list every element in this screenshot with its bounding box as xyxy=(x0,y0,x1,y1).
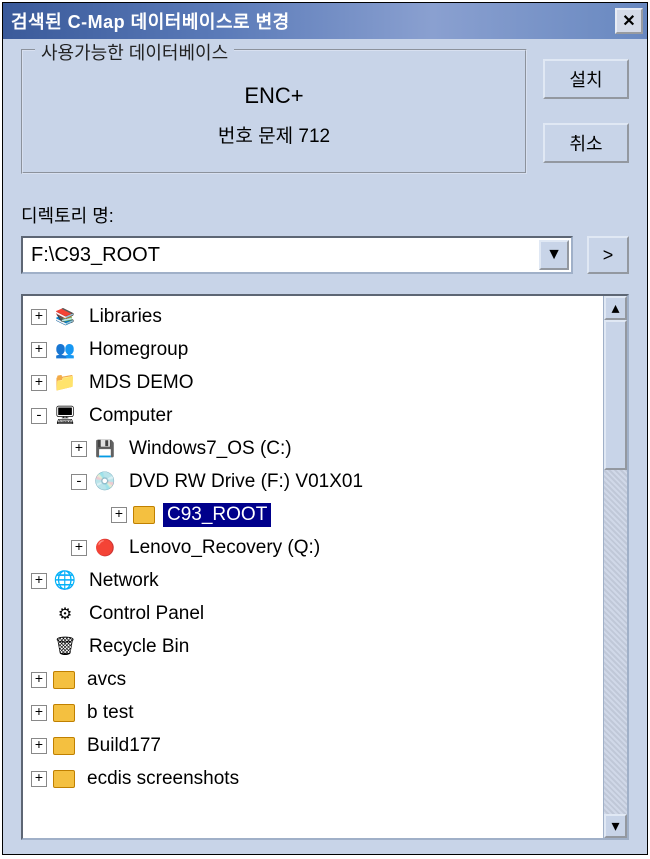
tree-node-label[interactable]: Windows7_OS (C:) xyxy=(125,437,296,461)
tree-node-label[interactable]: Recycle Bin xyxy=(85,635,193,659)
tree-node-label[interactable]: C93_ROOT xyxy=(163,503,271,527)
db-name: ENC+ xyxy=(31,83,517,109)
tree-row[interactable]: + avcs xyxy=(23,663,603,696)
close-icon: ✕ xyxy=(622,11,635,31)
expander-blank xyxy=(31,639,47,655)
lib-icon xyxy=(53,306,77,328)
tree-node-label[interactable]: Homegroup xyxy=(85,338,192,362)
available-db-groupbox: 사용가능한 데이터베이스 ENC+ 번호 문제 712 xyxy=(21,49,527,174)
expander-plus-icon[interactable]: + xyxy=(71,441,87,457)
folder-icon xyxy=(53,671,75,689)
tree-row[interactable]: Recycle Bin xyxy=(23,630,603,663)
action-buttons: 설치 취소 xyxy=(543,49,629,174)
cancel-button[interactable]: 취소 xyxy=(543,123,629,163)
tree-node-label[interactable]: DVD RW Drive (F:) V01X01 xyxy=(125,470,367,494)
scroll-thumb[interactable] xyxy=(604,320,627,470)
tree-row[interactable]: + ecdis screenshots xyxy=(23,762,603,795)
tree-node-label[interactable]: Control Panel xyxy=(85,602,208,626)
expander-plus-icon[interactable]: + xyxy=(111,507,127,523)
monitor-icon xyxy=(53,405,77,427)
combo-dropdown-button[interactable]: ▼ xyxy=(539,240,569,270)
expander-plus-icon[interactable]: + xyxy=(31,771,47,787)
directory-label: 디렉토리 명: xyxy=(21,202,629,228)
dialog-window: 검색된 C-Map 데이터베이스로 변경 ✕ 사용가능한 데이터베이스 ENC+… xyxy=(2,2,648,855)
tree-node-label[interactable]: Network xyxy=(85,569,163,593)
expander-blank xyxy=(31,606,47,622)
tree-node-label[interactable]: Libraries xyxy=(85,305,166,329)
db-issue: 번호 문제 712 xyxy=(31,121,517,148)
scroll-track[interactable] xyxy=(604,470,627,814)
tree-row[interactable]: - DVD RW Drive (F:) V01X01 xyxy=(23,465,603,498)
tree-node-label[interactable]: MDS DEMO xyxy=(85,371,198,395)
folder-icon xyxy=(133,506,155,524)
tree-node-label[interactable]: Build177 xyxy=(83,734,165,758)
tree-row[interactable]: + Build177 xyxy=(23,729,603,762)
scroll-up-button[interactable]: ▴ xyxy=(604,296,627,320)
tree-node-label[interactable]: avcs xyxy=(83,668,130,692)
chevron-up-icon: ▴ xyxy=(611,298,619,318)
expander-plus-icon[interactable]: + xyxy=(31,309,47,325)
tree-row[interactable]: + Windows7_OS (C:) xyxy=(23,432,603,465)
folder-icon xyxy=(53,770,75,788)
tree-node-label[interactable]: ecdis screenshots xyxy=(83,767,243,791)
dvd-icon xyxy=(93,471,117,493)
expander-plus-icon[interactable]: + xyxy=(31,738,47,754)
expander-plus-icon[interactable]: + xyxy=(31,375,47,391)
top-row: 사용가능한 데이터베이스 ENC+ 번호 문제 712 설치 취소 xyxy=(21,49,629,174)
drive-icon xyxy=(93,438,117,460)
recycle-icon xyxy=(53,636,77,658)
directory-tree-container: + Libraries + Homegroup + MDS DEMO - Computer + W… xyxy=(21,294,629,840)
groupbox-legend: 사용가능한 데이터베이스 xyxy=(35,39,234,65)
panel-icon xyxy=(53,603,77,625)
close-button[interactable]: ✕ xyxy=(615,8,643,34)
globe-icon xyxy=(53,570,77,592)
tree-row[interactable]: + Libraries xyxy=(23,300,603,333)
tree-row[interactable]: - Computer xyxy=(23,399,603,432)
folder-icon xyxy=(53,737,75,755)
mds-icon xyxy=(53,372,77,394)
people-icon xyxy=(53,339,77,361)
expander-plus-icon[interactable]: + xyxy=(31,342,47,358)
tree-node-label[interactable]: Computer xyxy=(85,404,176,428)
expander-plus-icon[interactable]: + xyxy=(31,705,47,721)
path-combobox[interactable]: ▼ xyxy=(21,236,573,274)
tree-row[interactable]: + Lenovo_Recovery (Q:) xyxy=(23,531,603,564)
window-title: 검색된 C-Map 데이터베이스로 변경 xyxy=(11,8,290,34)
tree-row[interactable]: + MDS DEMO xyxy=(23,366,603,399)
dialog-content: 사용가능한 데이터베이스 ENC+ 번호 문제 712 설치 취소 디렉토리 명… xyxy=(3,39,647,854)
expander-minus-icon[interactable]: - xyxy=(71,474,87,490)
chevron-down-icon: ▼ xyxy=(546,246,562,264)
expander-plus-icon[interactable]: + xyxy=(71,540,87,556)
tree-node-label[interactable]: Lenovo_Recovery (Q:) xyxy=(125,536,324,560)
directory-tree[interactable]: + Libraries + Homegroup + MDS DEMO - Computer + W… xyxy=(23,296,603,838)
path-input[interactable] xyxy=(23,244,539,267)
tree-node-label[interactable]: b test xyxy=(83,701,137,725)
scroll-down-button[interactable]: ▾ xyxy=(604,814,627,838)
expander-plus-icon[interactable]: + xyxy=(31,573,47,589)
vertical-scrollbar[interactable]: ▴ ▾ xyxy=(603,296,627,838)
chevron-down-icon: ▾ xyxy=(611,816,619,836)
recovery-icon xyxy=(93,537,117,559)
expander-plus-icon[interactable]: + xyxy=(31,672,47,688)
tree-row[interactable]: + b test xyxy=(23,696,603,729)
expander-minus-icon[interactable]: - xyxy=(31,408,47,424)
tree-row[interactable]: + Homegroup xyxy=(23,333,603,366)
go-button[interactable]: > xyxy=(587,236,629,274)
tree-row[interactable]: + Network xyxy=(23,564,603,597)
tree-row[interactable]: + C93_ROOT xyxy=(23,498,603,531)
folder-icon xyxy=(53,704,75,722)
titlebar: 검색된 C-Map 데이터베이스로 변경 ✕ xyxy=(3,3,647,39)
install-button[interactable]: 설치 xyxy=(543,59,629,99)
path-row: ▼ > xyxy=(21,236,629,274)
tree-row[interactable]: Control Panel xyxy=(23,597,603,630)
